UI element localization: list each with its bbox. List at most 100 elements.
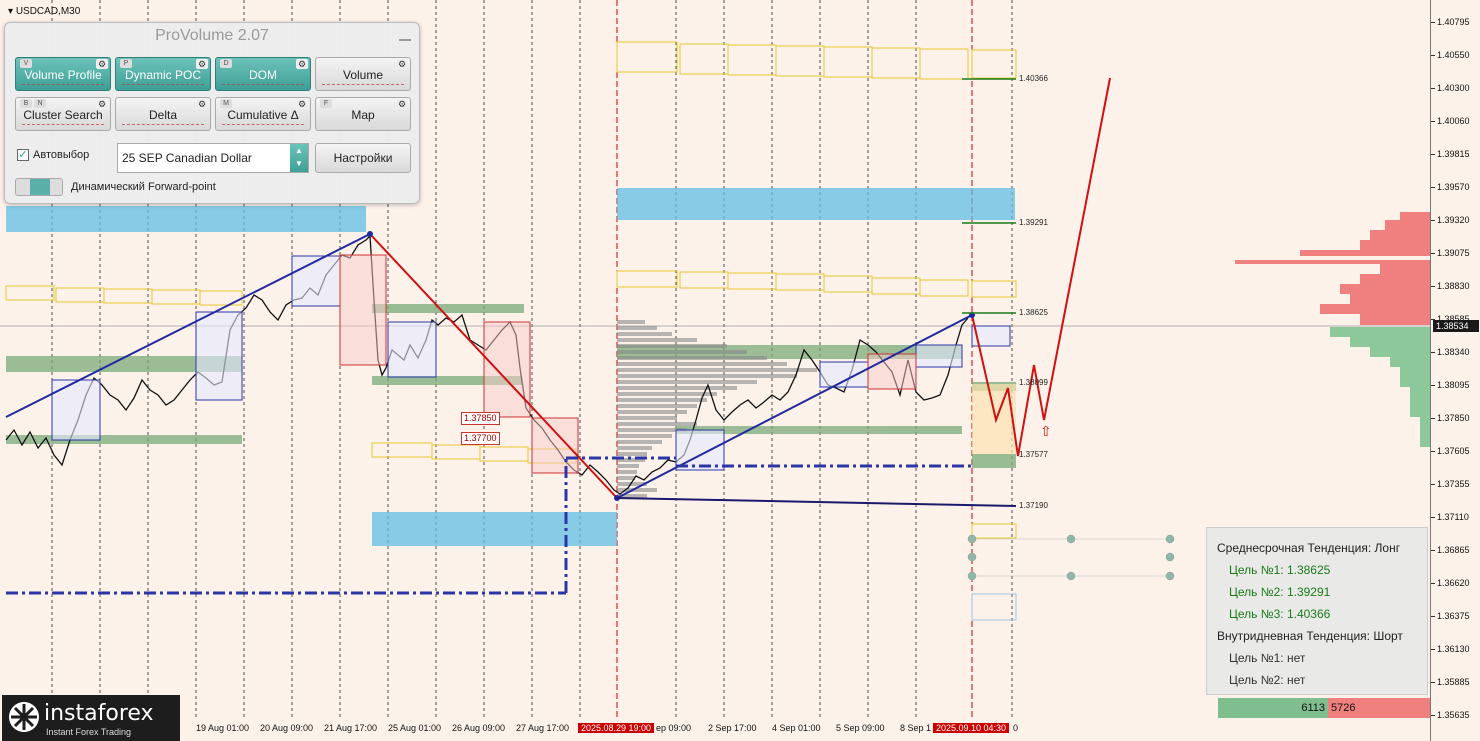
indicator-dots bbox=[222, 124, 304, 128]
fib-dots bbox=[967, 534, 1175, 581]
button-label: Delta bbox=[148, 108, 177, 122]
price-tick: 1.39570 bbox=[1431, 182, 1470, 192]
gear-icon[interactable]: ⚙ bbox=[96, 99, 108, 109]
hotkey-badge: D bbox=[220, 59, 232, 68]
price-tick: 1.36130 bbox=[1431, 644, 1470, 654]
chart-area[interactable]: ⇧ ▾ USDCAD,M30 1.40366 1.39291 1.38625 1… bbox=[0, 0, 1432, 741]
indicator-dots bbox=[22, 124, 104, 128]
dynamic-poc-button[interactable]: P ⚙ Dynamic POC bbox=[115, 57, 211, 91]
forward-point-toggle[interactable] bbox=[15, 178, 63, 196]
price-tag: 1.37850 bbox=[461, 412, 500, 425]
medium-target: Цель №2: 1.39291 bbox=[1229, 585, 1331, 599]
pivot-dot-1 bbox=[367, 231, 373, 237]
hotkey-badge: P bbox=[120, 59, 132, 68]
sell-volume: 5726 bbox=[1328, 698, 1432, 718]
gear-icon[interactable]: ⚙ bbox=[196, 59, 208, 69]
price-tick: 1.40550 bbox=[1431, 50, 1470, 60]
volume-profile-button[interactable]: V ⚙ Volume Profile bbox=[15, 57, 111, 91]
delta-button[interactable]: ⚙ Delta bbox=[115, 97, 211, 131]
volume-button[interactable]: ⚙ Volume bbox=[315, 57, 411, 91]
gear-icon[interactable]: ⚙ bbox=[296, 99, 308, 109]
checkmark-icon[interactable]: ✓ bbox=[17, 149, 29, 162]
minimize-icon[interactable] bbox=[399, 39, 411, 41]
right-volume-profile bbox=[1235, 212, 1430, 447]
level-label: 1.37190 bbox=[1019, 501, 1048, 510]
cumulative-delta-button[interactable]: M ⚙ Cumulative Δ bbox=[215, 97, 311, 131]
hotkey-badge: N bbox=[34, 99, 46, 108]
time-tick: 21 Aug 17:00 bbox=[324, 723, 378, 733]
time-tick: 20 Aug 09:00 bbox=[260, 723, 314, 733]
forward-point-label: Динамический Forward-point bbox=[71, 181, 216, 193]
price-tick: 1.36375 bbox=[1431, 611, 1470, 621]
current-price-label: 1.38534 bbox=[1433, 320, 1479, 332]
level-label: 1.40366 bbox=[1019, 74, 1048, 83]
level-label: 1.38099 bbox=[1019, 378, 1048, 387]
button-label: Cumulative Δ bbox=[227, 108, 299, 122]
level-label: 1.38625 bbox=[1019, 308, 1048, 317]
button-label: Volume bbox=[342, 68, 384, 82]
price-tick: 1.40795 bbox=[1431, 17, 1470, 27]
spinner-arrows-icon[interactable]: ▲ ▼ bbox=[290, 144, 308, 172]
symbol-label: ▾ USDCAD,M30 bbox=[8, 6, 81, 17]
hotkey-badge: F bbox=[320, 99, 332, 108]
dropdown-arrow-icon[interactable]: ▾ bbox=[8, 6, 16, 17]
up-arrow-icon: ⇧ bbox=[1040, 423, 1052, 439]
time-tick: 27 Aug 17:00 bbox=[516, 723, 570, 733]
intraday-trend-title: Внутридневная Тенденция: Шорт bbox=[1217, 629, 1403, 643]
price-tick: 1.39075 bbox=[1431, 248, 1470, 258]
price-tick: 1.35635 bbox=[1431, 710, 1470, 720]
hotkey-badge: V bbox=[20, 59, 32, 68]
autoselect-label: Автовыбор bbox=[33, 149, 90, 161]
logo-text: instaforex bbox=[44, 701, 154, 726]
autoselect-checkbox[interactable]: ✓ Автовыбор bbox=[17, 149, 90, 162]
gear-icon[interactable]: ⚙ bbox=[396, 59, 408, 69]
indicator-dots bbox=[122, 84, 204, 88]
cluster-search-button[interactable]: B N ⚙ Cluster Search bbox=[15, 97, 111, 131]
indicator-dots bbox=[122, 124, 204, 128]
gear-icon[interactable]: ⚙ bbox=[96, 59, 108, 69]
button-label: Volume Profile bbox=[24, 68, 102, 82]
time-tick: 26 Aug 09:00 bbox=[452, 723, 506, 733]
gear-icon[interactable]: ⚙ bbox=[396, 99, 408, 109]
hotkey-badge: B bbox=[20, 99, 32, 108]
time-tick-highlight: 2025.08.29 19:00 bbox=[578, 723, 655, 733]
time-tick: 25 Aug 01:00 bbox=[388, 723, 442, 733]
toggle-knob bbox=[30, 179, 50, 195]
price-tick: 1.40300 bbox=[1431, 83, 1470, 93]
price-tag: 1.37700 bbox=[461, 432, 500, 445]
instrument-value: 25 SEP Canadian Dollar bbox=[122, 151, 252, 165]
medium-trend-title: Среднесрочная Тенденция: Лонг bbox=[1217, 541, 1401, 555]
time-tick: 8 Sep 1 bbox=[900, 723, 932, 733]
time-axis: 19 Aug 01:00 20 Aug 09:00 21 Aug 17:00 2… bbox=[0, 718, 1430, 741]
instaforex-mark-icon bbox=[9, 702, 39, 732]
map-button[interactable]: F ⚙ Map bbox=[315, 97, 411, 131]
instaforex-logo: instaforex Instant Forex Trading bbox=[2, 695, 180, 741]
price-axis: 1.40795 1.40550 1.40300 1.40060 1.39815 … bbox=[1430, 0, 1480, 741]
medium-target: Цель №1: 1.38625 bbox=[1229, 563, 1331, 577]
medium-target: Цель №3: 1.40366 bbox=[1229, 607, 1331, 621]
level-label: 1.37577 bbox=[1019, 450, 1048, 459]
price-tick: 1.37850 bbox=[1431, 413, 1470, 423]
time-tick: 19 Aug 01:00 bbox=[196, 723, 250, 733]
price-tick: 1.37355 bbox=[1431, 479, 1470, 489]
time-tick: 5 Sep 09:00 bbox=[836, 723, 885, 733]
volume-balance-bar: 6113 5726 bbox=[1218, 698, 1432, 718]
gear-icon[interactable]: ⚙ bbox=[296, 59, 308, 69]
trend-info-panel: Среднесрочная Тенденция: Лонг Цель №1: 1… bbox=[1206, 527, 1428, 695]
gear-icon[interactable]: ⚙ bbox=[196, 99, 208, 109]
price-tick: 1.38830 bbox=[1431, 281, 1470, 291]
price-tick: 1.38340 bbox=[1431, 347, 1470, 357]
level-label: 1.39291 bbox=[1019, 218, 1048, 227]
time-tick: 2 Sep 17:00 bbox=[708, 723, 757, 733]
provolume-panel[interactable]: ProVolume 2.07 V ⚙ Volume Profile P ⚙ Dy… bbox=[4, 22, 420, 204]
buy-volume: 6113 bbox=[1218, 698, 1328, 718]
support-line bbox=[616, 497, 1017, 507]
button-label: Map bbox=[351, 108, 375, 122]
instrument-select[interactable]: 25 SEP Canadian Dollar ▲ ▼ bbox=[117, 143, 309, 173]
time-tick: 0 bbox=[1013, 723, 1019, 733]
button-label: Cluster Search bbox=[23, 108, 103, 122]
settings-button[interactable]: Настройки bbox=[315, 143, 411, 173]
dom-button[interactable]: D ⚙ DOM bbox=[215, 57, 311, 91]
indicator-dots bbox=[322, 84, 404, 88]
price-tick: 1.37110 bbox=[1431, 512, 1469, 522]
